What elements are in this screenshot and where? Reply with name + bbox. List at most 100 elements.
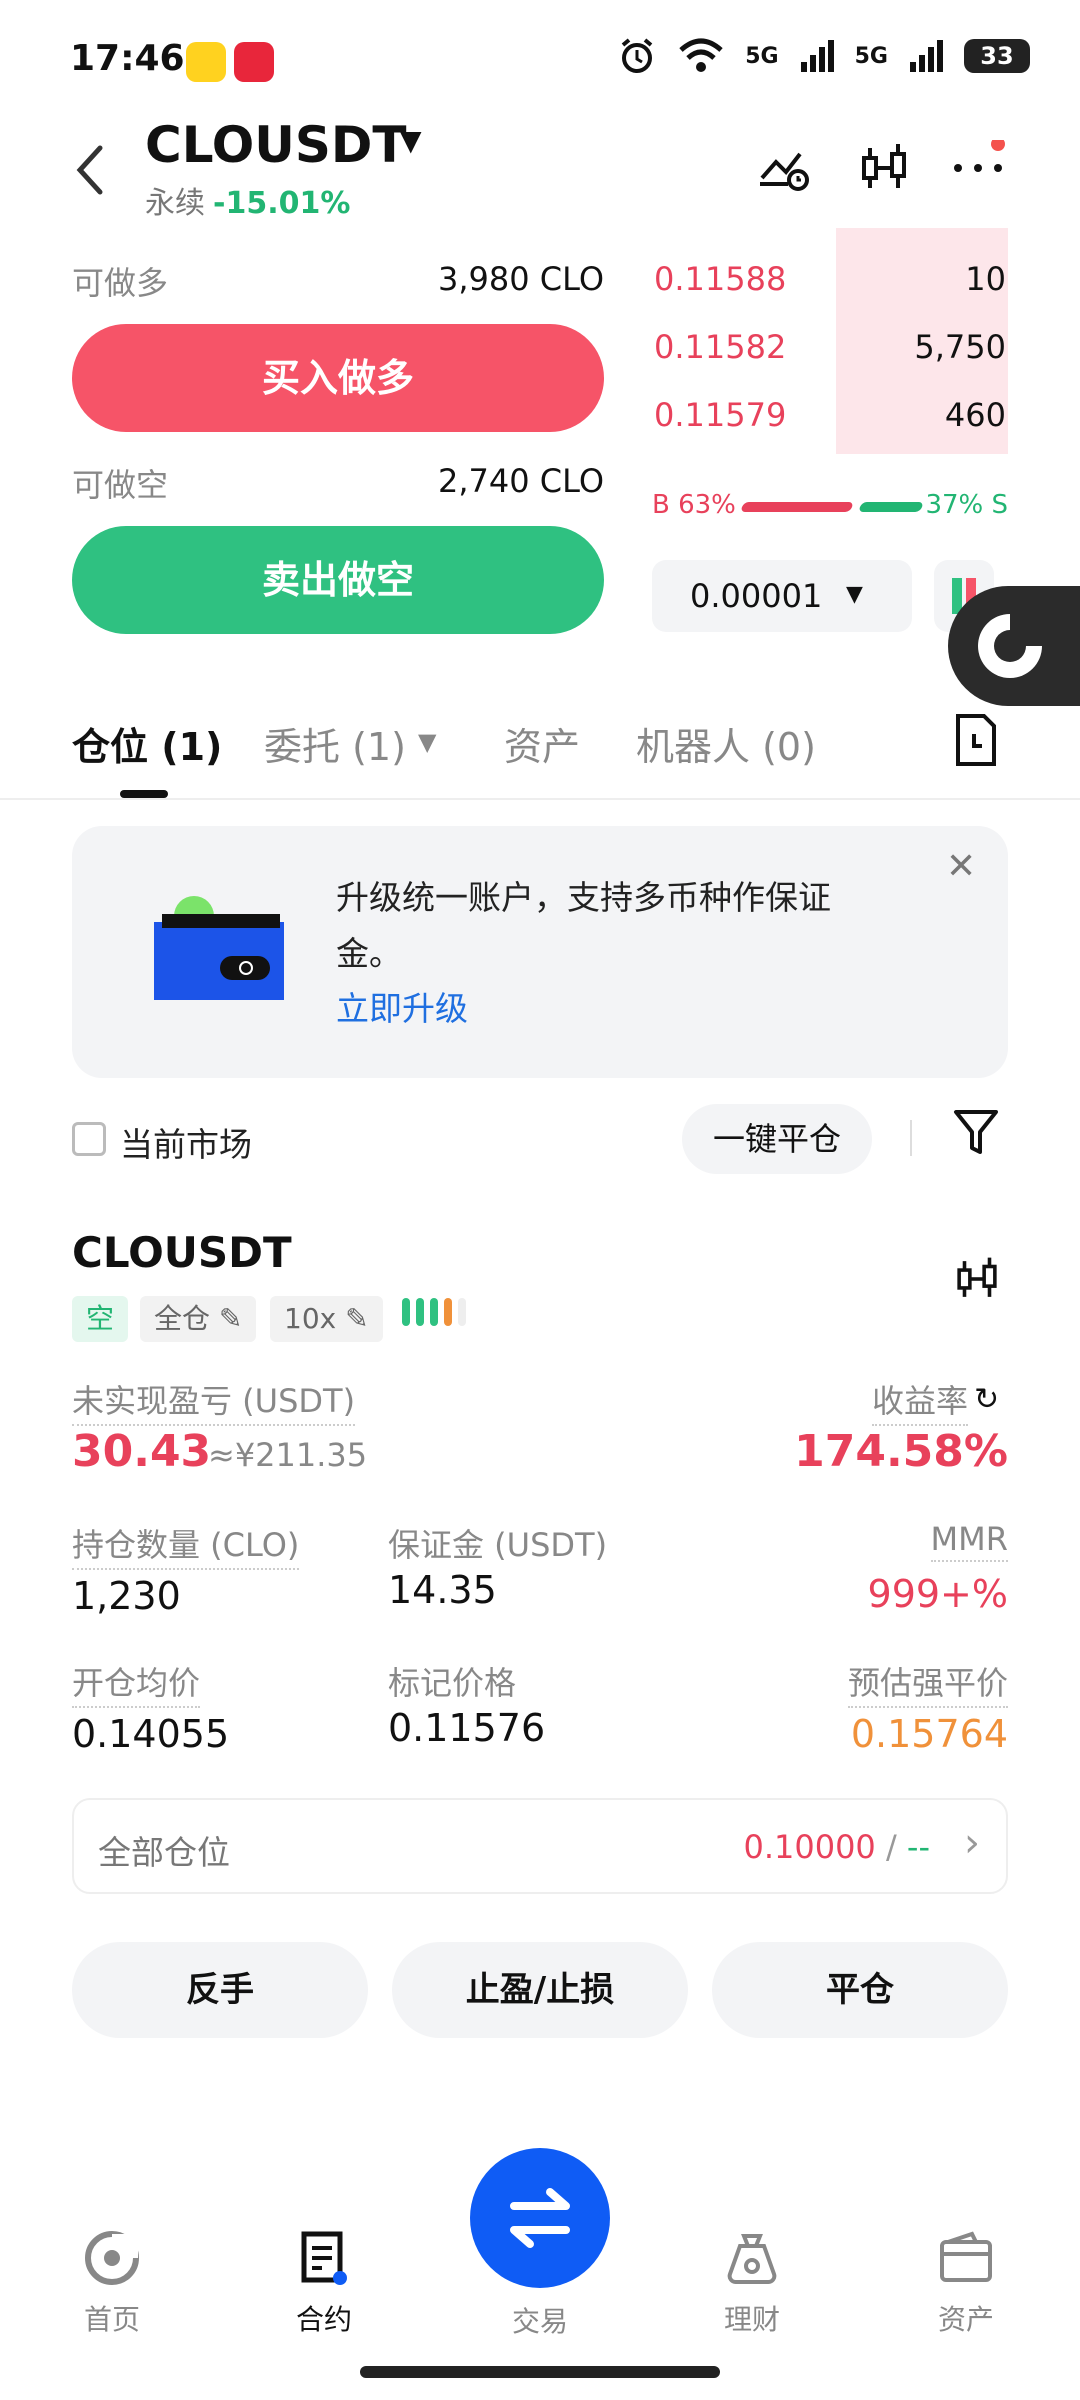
ask-quantity: 460: [944, 396, 1006, 434]
status-icons: 5G 5G 33: [617, 36, 1030, 76]
nav-finance[interactable]: 理财: [682, 2228, 822, 2338]
floating-widget[interactable]: [948, 586, 1080, 706]
size-label[interactable]: 持仓数量 (CLO): [72, 1520, 300, 1570]
current-market-checkbox[interactable]: [72, 1122, 106, 1156]
status-time: 17:46: [70, 38, 185, 79]
document-clock-icon: [956, 714, 996, 766]
more-button[interactable]: [950, 137, 1006, 196]
long-available-value: 3,980 CLO: [438, 260, 604, 298]
tab-assets[interactable]: 资产: [504, 716, 580, 771]
liq-price-value: 0.15764: [850, 1712, 1008, 1756]
contract-subtitle: 永续 -15.01%: [145, 178, 350, 222]
leverage-value: 10x: [284, 1302, 337, 1335]
risk-level-indicator: [402, 1298, 466, 1326]
nav-assets[interactable]: 资产: [896, 2228, 1036, 2338]
close-position-button[interactable]: 平仓: [712, 1942, 1008, 2038]
history-button[interactable]: [952, 712, 1000, 772]
price-change: -15.01%: [213, 186, 351, 221]
mark-price-label: 标记价格: [388, 1664, 517, 1702]
wifi-icon: [679, 38, 723, 72]
contract-type: 永续: [145, 186, 205, 221]
tab-orders[interactable]: 委托 (1): [264, 716, 406, 771]
position-symbol[interactable]: CLOUSDT: [72, 1228, 292, 1277]
mmr-label[interactable]: MMR: [930, 1520, 1008, 1562]
precision-value: 0.00001: [690, 577, 823, 615]
upnl-label[interactable]: 未实现盈亏 (USDT): [72, 1376, 356, 1426]
ask-row[interactable]: 0.11582 5,750: [650, 318, 1008, 378]
tpsl-button[interactable]: 止盈/止损: [392, 1942, 688, 2038]
all-positions-separator: /: [875, 1828, 907, 1866]
leverage-tag[interactable]: 10x ✎: [270, 1296, 383, 1342]
app-logo-icon: [978, 614, 1044, 678]
short-available-value: 2,740 CLO: [438, 462, 604, 500]
margin-label: 保证金 (USDT): [388, 1526, 608, 1564]
caret-down-icon: ▼: [418, 728, 437, 756]
chevron-left-icon: [76, 145, 103, 195]
wallet-illustration: [154, 894, 294, 1008]
tab-bots[interactable]: 机器人 (0): [636, 716, 816, 771]
candlestick-icon: [957, 1257, 997, 1297]
long-available-label: 可做多: [72, 264, 169, 302]
liq-price-label[interactable]: 预估强平价: [847, 1658, 1008, 1708]
edit-icon: ✎: [345, 1302, 369, 1335]
back-button[interactable]: [70, 140, 110, 200]
sell-short-button[interactable]: 卖出做空: [72, 526, 604, 634]
nav-trade-label: 交易: [511, 2305, 568, 2338]
all-positions-value-red: 0.10000: [743, 1828, 876, 1866]
close-icon[interactable]: ✕: [946, 846, 976, 887]
home-logo-icon: [85, 2231, 139, 2285]
swap-arrows-icon: [510, 2188, 570, 2248]
sell-ratio-bar: [858, 502, 924, 512]
position-chart-button[interactable]: [952, 1254, 1002, 1308]
money-bag-icon: [727, 2234, 777, 2284]
buy-ratio-bar: [740, 502, 854, 512]
size-value: 1,230: [72, 1574, 181, 1618]
precision-select[interactable]: 0.00001: [652, 560, 912, 632]
ask-row[interactable]: 0.11579 460: [650, 386, 1008, 446]
all-positions-label: 全部仓位: [98, 1833, 230, 1872]
roe-value: 174.58%: [794, 1426, 1008, 1477]
divider: [910, 1120, 912, 1156]
all-positions-row[interactable]: 全部仓位 0.10000 / -- ›: [72, 1798, 1008, 1894]
nav-contract[interactable]: 合约: [254, 2228, 394, 2338]
caret-down-icon[interactable]: ▼: [400, 124, 422, 157]
side-tag: 空: [72, 1296, 129, 1342]
tab-positions[interactable]: 仓位 (1): [72, 716, 222, 771]
ask-row[interactable]: 0.11588 10: [650, 250, 1008, 310]
reverse-button[interactable]: 反手: [72, 1942, 368, 2038]
chevron-right-icon: ›: [964, 1820, 980, 1866]
nav-home[interactable]: 首页: [42, 2228, 182, 2338]
tab-active-indicator: [120, 790, 168, 798]
margin-mode-tag[interactable]: 全仓 ✎: [140, 1296, 257, 1342]
price-alert-button[interactable]: [756, 140, 812, 196]
app-notification-icon: [186, 42, 226, 82]
chart-button[interactable]: [856, 140, 912, 196]
divider: [0, 798, 1080, 800]
buy-long-button[interactable]: 买入做多: [72, 324, 604, 432]
upnl-value: 30.43: [72, 1426, 212, 1477]
margin-mode-value: 全仓: [154, 1302, 211, 1335]
roe-label[interactable]: 收益率: [871, 1376, 968, 1426]
all-positions-value-green: --: [906, 1828, 930, 1866]
page-title[interactable]: CLOUSDT: [145, 116, 407, 174]
battery-indicator: 33: [964, 39, 1030, 73]
ask-price: 0.11588: [654, 260, 787, 298]
app-notification-icon: [234, 42, 274, 82]
filter-button[interactable]: [952, 1108, 1000, 1162]
close-all-button[interactable]: 一键平仓: [682, 1104, 872, 1174]
contract-doc-icon: [301, 2231, 347, 2285]
trade-button[interactable]: [470, 2148, 610, 2288]
banner-text: 升级统一账户，支持多币种作保证金。: [336, 878, 831, 973]
candlestick-icon: [862, 144, 906, 188]
entry-price-value: 0.14055: [72, 1712, 230, 1756]
upgrade-link[interactable]: 立即升级: [336, 982, 468, 1030]
nav-finance-label: 理财: [723, 2303, 780, 2336]
mmr-value: 999+%: [867, 1572, 1008, 1616]
upnl-cny: ≈¥211.35: [208, 1436, 368, 1474]
ask-quantity: 10: [965, 260, 1006, 298]
caret-down-icon: ▼: [846, 582, 863, 607]
refresh-icon[interactable]: ↻: [974, 1382, 999, 1417]
nav-contract-label: 合约: [295, 2303, 352, 2336]
entry-price-label[interactable]: 开仓均价: [72, 1658, 201, 1708]
wallet-icon: [154, 896, 284, 1000]
